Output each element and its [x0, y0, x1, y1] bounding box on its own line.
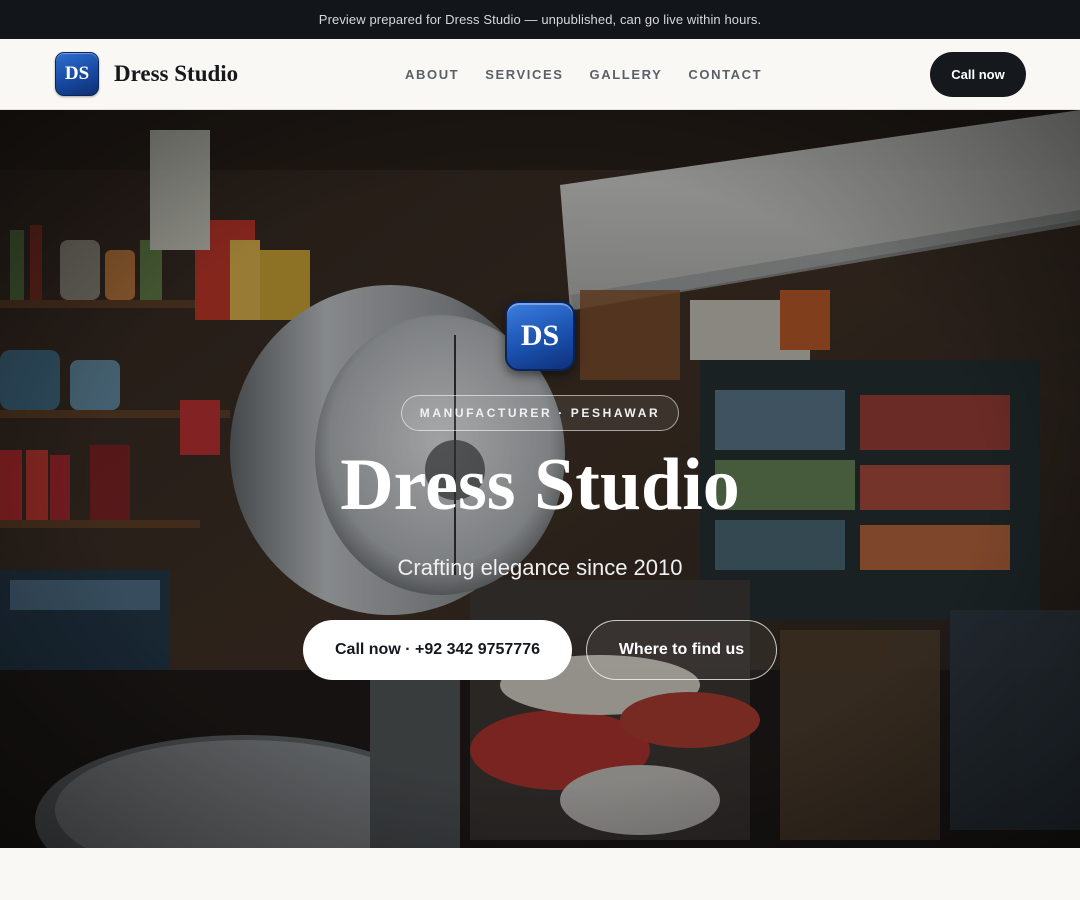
hero-logo: DS: [505, 301, 575, 371]
hero-call-button[interactable]: Call now · +92 342 9757776: [303, 620, 572, 680]
hero-title: Dress Studio: [340, 444, 740, 526]
announcement-text: Preview prepared for Dress Studio — unpu…: [318, 12, 762, 27]
site-header: DS Dress Studio ABOUT SERVICES GALLERY C…: [0, 39, 1080, 110]
brand-logo-initials: DS: [64, 63, 90, 84]
nav-contact[interactable]: CONTACT: [688, 67, 762, 82]
hero-logo-initials: DS: [520, 319, 560, 352]
brand-home-link[interactable]: DS Dress Studio: [55, 52, 238, 96]
next-section: [0, 848, 1080, 900]
nav-services[interactable]: SERVICES: [485, 67, 563, 82]
hero-subtitle: Crafting elegance since 2010: [397, 555, 683, 580]
hero-tagline-badge: MANUFACTURER · PESHAWAR: [401, 395, 679, 431]
hero-location-button[interactable]: Where to find us: [586, 620, 777, 680]
hero-section: DS MANUFACTURER · PESHAWAR Dress Studio …: [0, 110, 1080, 848]
main-nav: ABOUT SERVICES GALLERY CONTACT: [405, 39, 788, 110]
hero-content: DS MANUFACTURER · PESHAWAR Dress Studio …: [0, 110, 1080, 848]
brand-name: Dress Studio: [114, 61, 239, 86]
header-call-button[interactable]: Call now: [930, 52, 1026, 97]
announcement-bar: Preview prepared for Dress Studio — unpu…: [0, 0, 1080, 39]
nav-gallery[interactable]: GALLERY: [590, 67, 663, 82]
nav-about[interactable]: ABOUT: [405, 67, 459, 82]
brand-logo: DS: [55, 52, 99, 96]
